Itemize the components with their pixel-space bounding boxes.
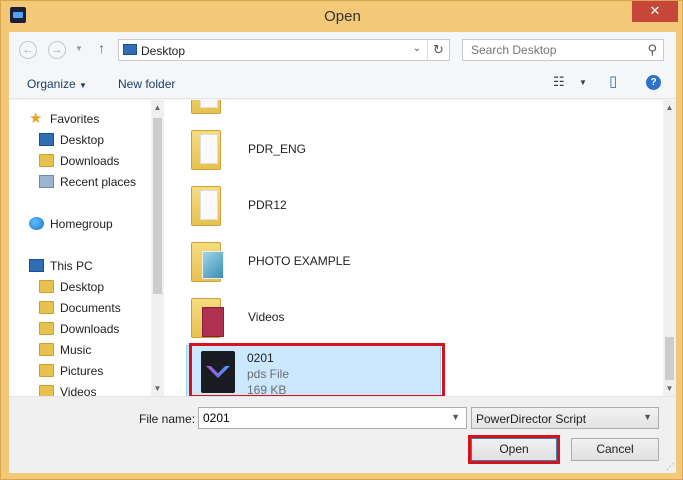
search-input[interactable] <box>471 43 641 57</box>
help-icon[interactable]: ? <box>646 75 661 90</box>
folder-icon <box>39 364 54 377</box>
file-name: PHOTO EXAMPLE <box>248 254 351 268</box>
nav-this-pc[interactable]: This PC <box>9 256 151 276</box>
nav-pc-desktop[interactable]: Desktop <box>9 277 151 297</box>
folder-icon <box>39 280 54 293</box>
preview-pane-icon[interactable]: ▯ <box>609 72 617 90</box>
nav-item-label: This PC <box>50 259 93 273</box>
search-icon[interactable]: ⚲ <box>647 42 657 58</box>
folder-icon <box>191 100 221 114</box>
scrollbar-thumb[interactable] <box>665 337 674 380</box>
desktop-icon <box>39 133 54 146</box>
nav-pc-videos[interactable]: Videos <box>9 382 151 396</box>
file-item[interactable]: PDR_ENG <box>185 124 425 176</box>
change-view-icon[interactable]: ☷ <box>553 74 565 90</box>
nav-item-label: Documents <box>60 301 121 315</box>
command-toolbar: Organize ▼ New folder ☷ ▼ ▯ ? <box>9 68 676 99</box>
file-name: Videos <box>248 310 285 324</box>
scroll-down-icon[interactable]: ▼ <box>663 384 676 393</box>
address-dropdown-icon[interactable]: ⌄ <box>413 43 421 54</box>
highlight-box <box>468 435 560 464</box>
scroll-up-icon[interactable]: ▲ <box>151 103 164 112</box>
highlight-box <box>189 343 445 396</box>
file-item[interactable]: PHOTO EXAMPLE <box>185 236 425 288</box>
nav-item-label: Downloads <box>60 322 120 336</box>
dialog-footer: File name: ▼ PowerDirector Script ▼ Open… <box>9 396 676 473</box>
scrollbar-thumb[interactable] <box>153 118 162 294</box>
window-title: Open <box>324 8 361 25</box>
nav-item-label: Pictures <box>60 364 104 378</box>
address-text: Desktop <box>141 44 186 58</box>
resize-grip-icon[interactable]: ⋰ <box>666 462 674 471</box>
forward-arrow-icon[interactable]: → <box>48 41 66 59</box>
downloads-folder-icon <box>39 154 54 167</box>
nav-item-label: Videos <box>60 385 97 396</box>
nav-favorites-label: Favorites <box>50 112 100 126</box>
nav-pc-documents[interactable]: Documents <box>9 298 151 318</box>
address-bar[interactable]: Desktop ⌄ ↻ <box>118 39 450 61</box>
folder-icon <box>39 301 54 314</box>
folder-icon <box>191 130 221 170</box>
star-icon: ★ <box>29 110 43 127</box>
dialog-client: ← → ▼ ↑ Desktop ⌄ ↻ ⚲ Organize ▼ New fol… <box>9 32 676 473</box>
chevron-down-icon[interactable]: ▼ <box>451 412 460 422</box>
nav-fav-recent-places[interactable]: Recent places <box>9 172 151 192</box>
file-list-pane: PDR_ENG PDR12 PHOTO EXAMPLE Videos 0201 … <box>164 100 676 396</box>
recent-locations-chevron-icon[interactable]: ▼ <box>75 44 83 53</box>
folder-icon <box>39 385 54 396</box>
file-name: PDR12 <box>248 198 287 212</box>
nav-pc-downloads[interactable]: Downloads <box>9 319 151 339</box>
nav-item-label: Desktop <box>60 133 105 147</box>
navigation-scrollbar[interactable]: ▲ ▼ <box>151 100 164 396</box>
nav-item-label: Music <box>60 343 92 357</box>
nav-homegroup[interactable]: Homegroup <box>9 214 151 234</box>
nav-pc-pictures[interactable]: Pictures <box>9 361 151 381</box>
nav-item-label: Downloads <box>60 154 120 168</box>
chevron-down-icon: ▼ <box>643 412 652 422</box>
navigation-bar: ← → ▼ ↑ Desktop ⌄ ↻ ⚲ <box>9 32 676 68</box>
file-name: PDR_ENG <box>248 142 307 156</box>
cancel-button[interactable]: Cancel <box>571 438 659 461</box>
nav-item-label: Homegroup <box>50 217 113 231</box>
file-item[interactable]: Videos <box>185 292 425 344</box>
nav-fav-downloads[interactable]: Downloads <box>9 151 151 171</box>
videos-folder-icon <box>191 298 224 338</box>
file-list-scrollbar[interactable]: ▲ ▼ <box>663 100 676 396</box>
filename-combobox[interactable]: ▼ <box>198 407 467 429</box>
navigation-pane: ★ Favorites Desktop Downloads Recent pla… <box>9 100 164 396</box>
up-arrow-icon[interactable]: ↑ <box>98 40 105 56</box>
scroll-down-icon[interactable]: ▼ <box>151 384 164 393</box>
organize-button[interactable]: Organize ▼ <box>27 77 87 91</box>
computer-icon <box>29 259 44 272</box>
new-folder-button[interactable]: New folder <box>118 77 175 91</box>
recent-places-icon <box>39 175 54 188</box>
file-item[interactable] <box>185 100 425 120</box>
organize-label: Organize <box>27 77 76 91</box>
nav-pc-music[interactable]: Music <box>9 340 151 360</box>
filetype-select[interactable]: PowerDirector Script ▼ <box>471 407 659 429</box>
folder-icon <box>191 186 221 226</box>
nav-item-label: Desktop <box>60 280 105 294</box>
close-button[interactable]: ✕ <box>632 1 678 22</box>
scroll-up-icon[interactable]: ▲ <box>663 103 676 112</box>
nav-item-label: Recent places <box>60 175 137 189</box>
filename-label: File name: <box>139 412 196 426</box>
view-options-chevron-icon[interactable]: ▼ <box>579 78 587 87</box>
file-item[interactable]: PDR12 <box>185 180 425 232</box>
filetype-value: PowerDirector Script <box>476 412 587 426</box>
search-box[interactable]: ⚲ <box>462 39 664 61</box>
back-arrow-icon[interactable]: ← <box>19 41 37 59</box>
desktop-icon <box>123 44 137 55</box>
filename-input[interactable] <box>203 411 443 425</box>
refresh-icon[interactable]: ↻ <box>427 40 449 60</box>
homegroup-icon <box>29 217 44 230</box>
nav-fav-desktop[interactable]: Desktop <box>9 130 151 150</box>
nav-favorites[interactable]: ★ Favorites <box>9 109 151 129</box>
folder-icon <box>39 322 54 335</box>
title-bar: Open ✕ <box>1 1 683 32</box>
photo-folder-icon <box>191 242 224 282</box>
folder-icon <box>39 343 54 356</box>
chevron-down-icon: ▼ <box>79 81 87 90</box>
open-dialog: Open ✕ ← → ▼ ↑ Desktop ⌄ ↻ ⚲ Organize ▼ … <box>0 0 683 480</box>
